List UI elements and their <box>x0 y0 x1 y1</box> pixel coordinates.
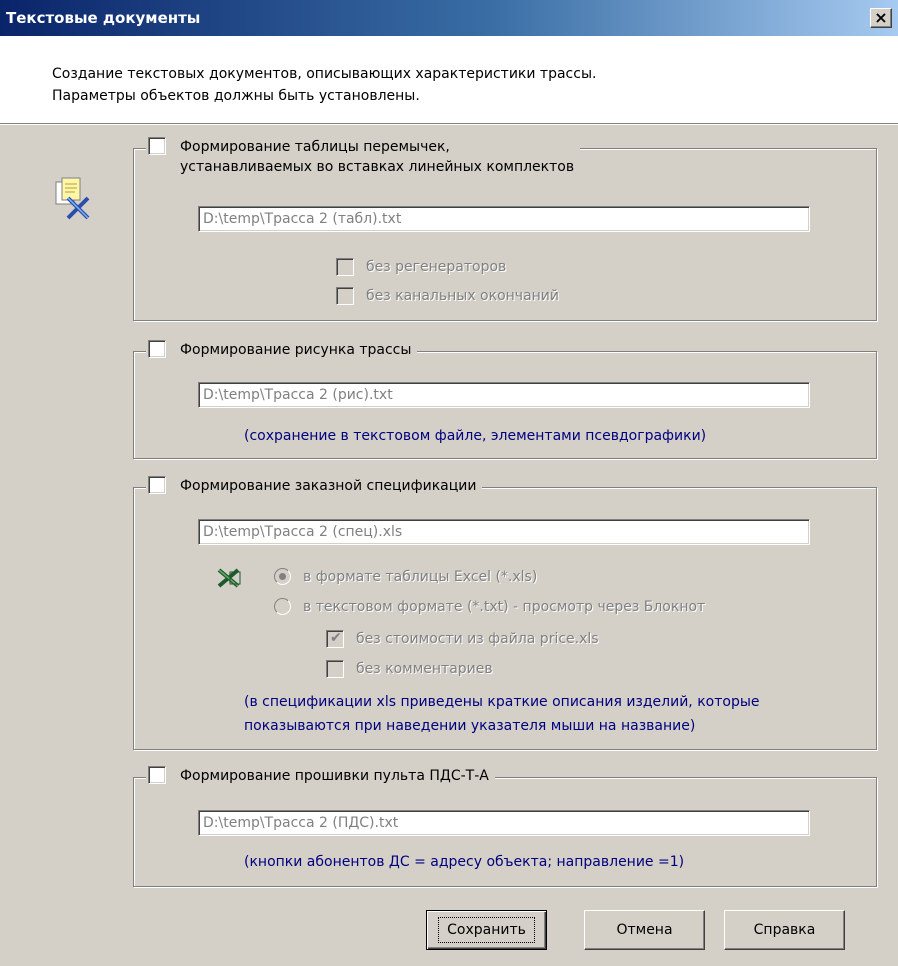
specification-note-line1: (в спецификации xls приведены краткие оп… <box>244 694 760 710</box>
specification-note-line2: показываются при наведении указателя мыш… <box>244 718 696 734</box>
no-comments-option[interactable]: без комментариев <box>326 660 493 678</box>
route-drawing-path-input[interactable]: D:\temp\Трасса 2 (рис).txt <box>198 382 810 408</box>
close-button[interactable]: × <box>870 8 892 28</box>
console-firmware-checkbox[interactable] <box>148 766 166 784</box>
no-price-label: без стоимости из файла price.xls <box>356 631 599 647</box>
cancel-button[interactable]: Отмена <box>584 910 705 950</box>
jumper-table-path-input[interactable]: D:\temp\Трасса 2 (табл).txt <box>198 206 810 232</box>
no-regenerators-checkbox[interactable] <box>336 258 354 276</box>
excel-icon <box>216 568 242 592</box>
no-price-checkbox[interactable]: ✔ <box>326 630 344 648</box>
title-bar: Текстовые документы × <box>0 0 898 36</box>
group-order-specification-header: Формирование заказной спецификации <box>146 476 483 496</box>
console-firmware-path-input[interactable]: D:\temp\Трасса 2 (ПДС).txt <box>198 810 810 836</box>
save-button-label: Сохранить <box>438 917 535 943</box>
group-order-specification: Формирование заказной спецификации D:\te… <box>133 476 877 750</box>
route-drawing-note: (сохранение в текстовом файле, элементам… <box>244 428 707 444</box>
format-excel-radio[interactable] <box>274 568 291 585</box>
route-drawing-label: Формирование рисунка трассы <box>180 342 412 358</box>
no-channel-ends-label: без канальных окончаний <box>366 288 559 304</box>
no-regenerators-option[interactable]: без регенераторов <box>336 258 506 276</box>
documents-icon <box>52 176 96 224</box>
no-channel-ends-option[interactable]: без канальных окончаний <box>336 287 559 305</box>
group-console-firmware-header: Формирование прошивки пульта ПДС-Т-А <box>146 766 495 786</box>
format-excel-option[interactable]: в формате таблицы Excel (*.xls) <box>274 568 537 585</box>
no-channel-ends-checkbox[interactable] <box>336 287 354 305</box>
jumper-table-label-line2: устанавливаемых во вставках линейных ком… <box>180 159 575 175</box>
console-firmware-note: (кнопки абонентов ДС = адресу объекта; н… <box>244 854 685 870</box>
jumper-table-checkbox[interactable] <box>148 137 166 155</box>
jumper-table-label-line1: Формирование таблицы перемычек, <box>180 139 450 155</box>
header-description-line1: Создание текстовых документов, описывающ… <box>52 66 597 82</box>
no-comments-checkbox[interactable] <box>326 660 344 678</box>
header-panel: Создание текстовых документов, описывающ… <box>0 36 898 124</box>
format-excel-label: в формате таблицы Excel (*.xls) <box>303 568 538 585</box>
group-route-drawing: Формирование рисунка трассы D:\temp\Трас… <box>133 340 877 459</box>
format-text-label: в текстовом формате (*.txt) - просмотр ч… <box>303 598 706 615</box>
format-text-option[interactable]: в текстовом формате (*.txt) - просмотр ч… <box>274 598 705 615</box>
order-specification-checkbox[interactable] <box>148 476 166 494</box>
group-console-firmware: Формирование прошивки пульта ПДС-Т-А D:\… <box>133 766 877 887</box>
no-comments-label: без комментариев <box>356 661 493 677</box>
format-text-radio[interactable] <box>274 598 291 615</box>
group-jumper-table: Формирование таблицы перемычек, устанавл… <box>133 137 877 321</box>
group-route-drawing-header: Формирование рисунка трассы <box>146 340 418 360</box>
group-jumper-table-header: Формирование таблицы перемычек, устанавл… <box>146 137 581 177</box>
route-drawing-checkbox[interactable] <box>148 340 166 358</box>
no-price-option[interactable]: ✔ без стоимости из файла price.xls <box>326 630 599 648</box>
no-regenerators-label: без регенераторов <box>366 259 507 275</box>
header-description-line2: Параметры объектов должны быть установле… <box>52 88 420 104</box>
checkmark-icon: ✔ <box>330 630 342 646</box>
order-specification-label: Формирование заказной спецификации <box>180 478 477 494</box>
window-title: Текстовые документы <box>6 9 201 27</box>
save-button[interactable]: Сохранить <box>426 910 547 950</box>
help-button[interactable]: Справка <box>724 910 845 950</box>
order-specification-path-input[interactable]: D:\temp\Трасса 2 (спец).xls <box>198 519 810 545</box>
console-firmware-label: Формирование прошивки пульта ПДС-Т-А <box>180 768 489 784</box>
